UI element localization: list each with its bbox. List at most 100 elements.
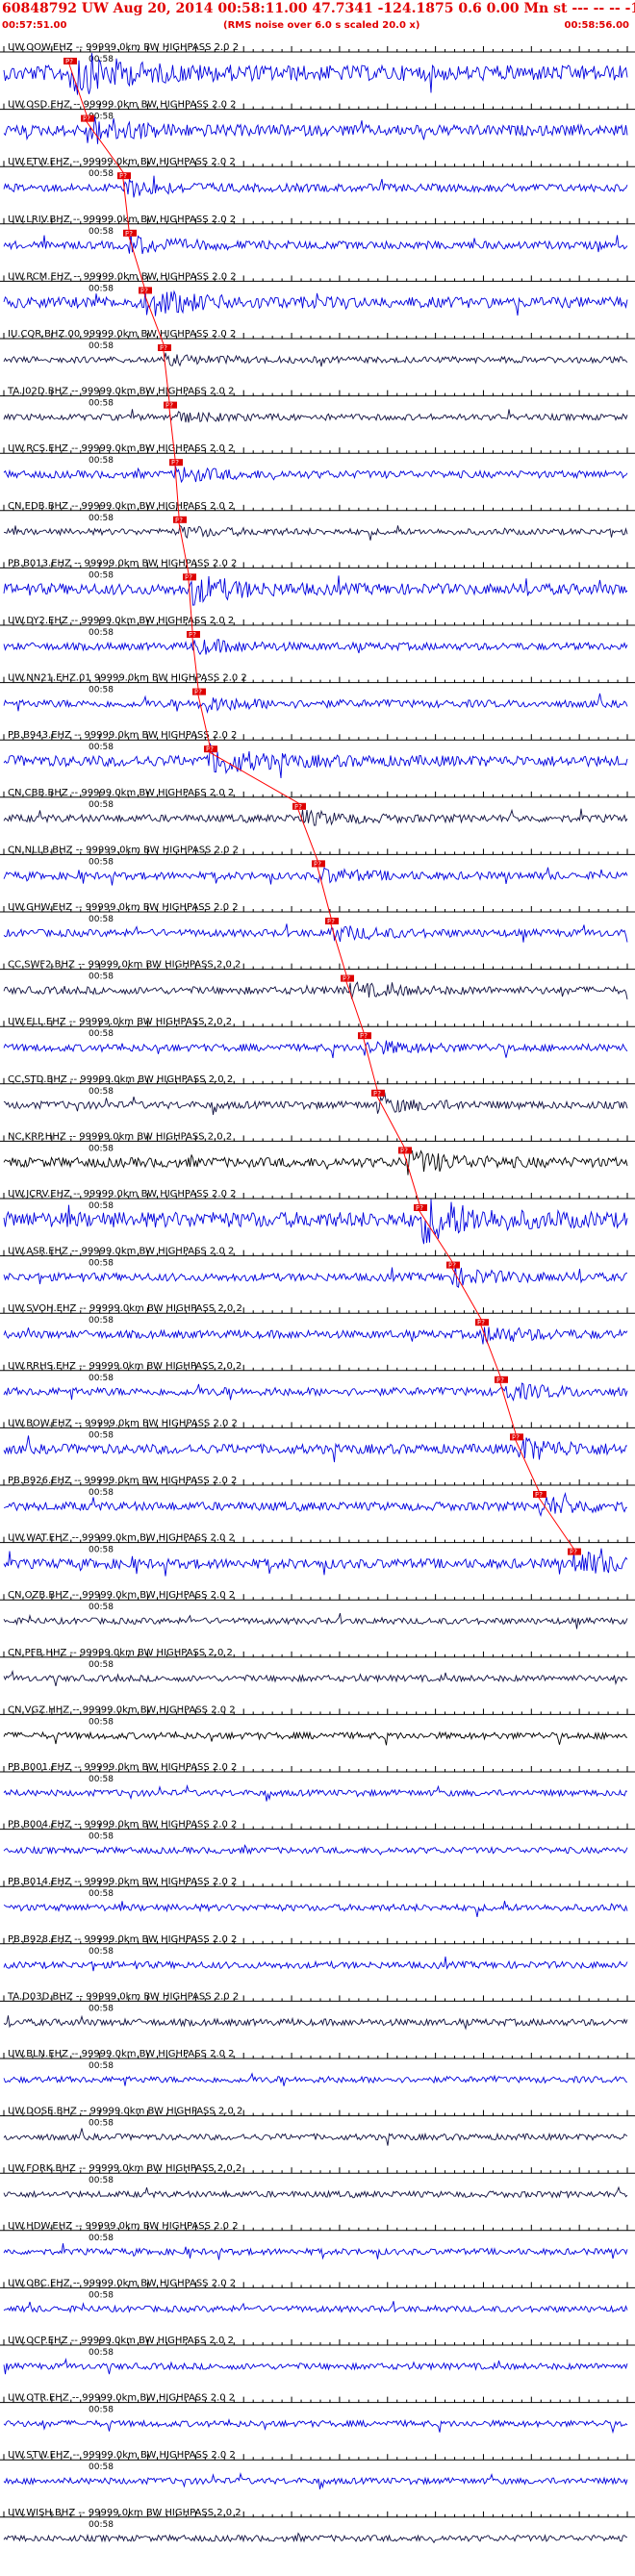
waveform-trace [3, 1730, 628, 1746]
minute-mark: 00:58 [89, 2061, 114, 2071]
channel-row: UW.OBC.EHZ -- 99999.0km BW HIGHPASS 2.0 … [0, 2278, 635, 2314]
channel-row: PB.B004.EHZ -- 99999.0km BW HIGHPASS 2.0… [0, 1820, 635, 1856]
channel-row: PB.B001.EHZ -- 99999.0km BW HIGHPASS 2.0… [0, 1762, 635, 1802]
channel-label: UW.GHW.EHZ -- 99999.0km BW HIGHPASS 2.0 … [8, 902, 239, 913]
waveform-trace [3, 1669, 628, 1687]
minute-mark: 00:58 [89, 1144, 114, 1153]
channel-row: UW.JCRV.EHZ -- 99999.0km BW HIGHPASS 2.0… [0, 1189, 635, 1245]
minute-mark: 00:58 [89, 1660, 114, 1670]
channel-label: CN.CBB.BHZ -- 99999.0km BW HIGHPASS 2.0 … [8, 788, 234, 798]
minute-mark: 00:58 [89, 514, 114, 523]
minute-mark: 00:58 [89, 284, 114, 293]
plot-header: 60848792 UW Aug 20, 2014 00:58:11.00 47.… [0, 0, 635, 38]
minute-mark: 00:58 [89, 456, 114, 466]
waveform-trace [3, 2418, 628, 2435]
channel-label: UW.OSD.EHZ -- 99999.0km BW HIGHPASS 2.0 … [8, 100, 237, 111]
channel-label: UW.HDW.EHZ -- 99999.0km BW HIGHPASS 2.0 … [8, 2221, 239, 2232]
channel-label: PB.B001.EHZ -- 99999.0km BW HIGHPASS 2.0… [8, 1762, 237, 1773]
channel-label: IU.COR.BHZ.00 99999.0km BW HIGHPASS 2.0 … [8, 329, 236, 340]
channel-row: UW.BLN.EHZ -- 99999.0km BW HIGHPASS 2.0 … [0, 2049, 635, 2086]
minute-mark: 00:58 [89, 1201, 114, 1211]
pick-label: P? [65, 58, 73, 65]
channel-label: TA.I02D.BHZ -- 99999.0km BW HIGHPASS 2.0… [7, 387, 234, 397]
channel-label: CN.EDB.BHZ -- 99999.0km BW HIGHPASS 2.0 … [8, 501, 234, 512]
channel-label: NC.KRP.HHZ -- 99999.0km BW HIGHPASS 2.0 … [8, 1131, 232, 1142]
minute-mark: 00:58 [89, 227, 114, 237]
waveform-trace [3, 1040, 628, 1058]
channel-row: UW.BOW.EHZ -- 99999.0km BW HIGHPASS 2.0 … [0, 1418, 635, 1463]
channel-row: CC.STD.BHZ -- 99999.0km BW HIGHPASS 2.0 … [0, 1074, 635, 1115]
minute-mark: 00:58 [89, 2462, 114, 2472]
minute-mark: 00:58 [89, 2406, 114, 2415]
waveform-trace [3, 2072, 628, 2086]
channel-label: UW.JCRV.EHZ -- 99999.0km BW HIGHPASS 2.0… [8, 1189, 237, 1200]
start-time: 00:57:51.00 [2, 20, 67, 31]
minute-mark: 00:58 [89, 1087, 114, 1097]
waveform-trace [3, 808, 628, 826]
channel-row: UW.HDW.EHZ -- 99999.0km BW HIGHPASS 2.0 … [0, 2221, 635, 2260]
minute-mark: 00:58 [89, 1546, 114, 1555]
channel-row: UW.DY2.EHZ -- 99999.0km BW HIGHPASS 2.0 … [0, 616, 635, 656]
waveform-trace [3, 1326, 628, 1345]
minute-mark: 00:58 [89, 2004, 114, 2013]
channel-row: UW.GHW.EHZ -- 99999.0km BW HIGHPASS 2.0 … [0, 902, 635, 943]
channel-label: UW.SVOH.EHZ -- 99999.0km BW HIGHPASS 2.0… [8, 1303, 242, 1314]
channel-row: CN.CBB.BHZ -- 99999.0km BW HIGHPASS 2.0 … [0, 788, 635, 826]
time-info-line: 00:57:51.00 (RMS noise over 6.0 s scaled… [2, 20, 633, 34]
channel-row: CC.SWF2.BHZ -- 99999.0km BW HIGHPASS 2.0… [0, 960, 635, 999]
channel-row: UW.WISH.BHZ -- 99999.0km BW HIGHPASS 2.0… [0, 2508, 635, 2544]
minute-mark: 00:58 [89, 2520, 114, 2530]
channel-label: PB.B004.EHZ -- 99999.0km BW HIGHPASS 2.0… [8, 1820, 237, 1831]
waveform-trace [3, 2358, 628, 2375]
rms-note: (RMS noise over 6.0 s scaled 20.0 x) [223, 20, 420, 31]
minute-mark: 00:58 [89, 2234, 114, 2243]
channel-row: UW.SVOH.EHZ -- 99999.0km BW HIGHPASS 2.0… [0, 1303, 635, 1345]
channel-label: UW.ETW.EHZ -- 99999.0km BW HIGHPASS 2.0 … [8, 157, 236, 167]
minute-mark: 00:58 [89, 1775, 114, 1784]
channel-label: PB.B943.EHZ -- 99999.0km BW HIGHPASS 2.0… [8, 730, 237, 741]
waveform-trace [3, 639, 628, 656]
channel-row: UW.OOW.EHZ -- 99999.0km BW HIGHPASS 2.0 … [0, 42, 635, 95]
minute-mark: 00:58 [89, 2348, 114, 2358]
minute-mark: 00:58 [89, 800, 114, 810]
channel-label: CC.STD.BHZ -- 99999.0km BW HIGHPASS 2.0 … [8, 1074, 233, 1085]
waveform-trace [3, 524, 628, 541]
channel-row: UW.RCS.EHZ -- 99999.0km BW HIGHPASS 2.0 … [0, 443, 635, 484]
minute-mark: 00:58 [89, 972, 114, 982]
channel-row: CN.OZB.BHZ -- 99999.0km BW HIGHPASS 2.0 … [0, 1590, 635, 1629]
channel-label: UW.OTR.EHZ -- 99999.0km BW HIGHPASS 2.0 … [8, 2393, 235, 2404]
channel-label: UW.FORK.BHZ -- 99999.0km BW HIGHPASS 2.0… [8, 2163, 241, 2174]
channel-label: PB.B928.EHZ -- 99999.0km BW HIGHPASS 2.0… [8, 1934, 237, 1945]
channel-row: UW.RRHS.EHZ -- 99999.0km BW HIGHPASS 2.0… [0, 1361, 635, 1402]
minute-mark: 00:58 [89, 399, 114, 409]
waveform-trace [3, 2532, 628, 2544]
minute-mark: 00:58 [89, 857, 114, 867]
waveform-trace [3, 2243, 628, 2260]
waveform-trace [3, 1266, 628, 1289]
waveform-trace [3, 1844, 628, 1856]
channel-row: PB.B014.EHZ -- 99999.0km BW HIGHPASS 2.0… [0, 1877, 635, 1917]
seismogram-traces: UW.OOW.EHZ -- 99999.0km BW HIGHPASS 2.0 … [0, 42, 635, 2544]
channel-row: TA.D03D.BHZ -- 99999.0km BW HIGHPASS 2.0… [0, 1991, 635, 2031]
waveform-trace [3, 1783, 628, 1802]
waveform-trace [3, 693, 628, 715]
channel-label: UW.DOSE.BHZ -- 99999.0km BW HIGHPASS 2.0… [8, 2107, 242, 2117]
channel-row: TA.I02D.BHZ -- 99999.0km BW HIGHPASS 2.0… [0, 387, 635, 423]
channel-label: CN.NLLB.BHZ -- 99999.0km BW HIGHPASS 2.0… [8, 845, 239, 855]
end-time: 00:58:56.00 [564, 20, 629, 31]
channel-row: UW.LRIV.BHZ -- 99999.0km BW HIGHPASS 2.0… [0, 215, 635, 255]
minute-mark: 00:58 [89, 1029, 114, 1039]
minute-mark: 00:58 [89, 1717, 114, 1727]
channel-label: UW.LRIV.BHZ -- 99999.0km BW HIGHPASS 2.0… [8, 215, 236, 225]
minute-mark: 00:58 [89, 1889, 114, 1899]
minute-mark: 00:58 [89, 915, 114, 924]
waveform-trace [3, 2185, 628, 2199]
channel-label: UW.DY2.EHZ -- 99999.0km BW HIGHPASS 2.0 … [8, 616, 234, 626]
channel-label: UW.RRHS.EHZ -- 99999.0km BW HIGHPASS 2.0… [8, 1361, 241, 1372]
channel-row: UW.STW.EHZ -- 99999.0km BW HIGHPASS 2.0 … [0, 2450, 635, 2489]
channel-row: UW.ETW.EHZ -- 99999.0km BW HIGHPASS 2.0 … [0, 157, 635, 198]
minute-mark: 00:58 [89, 1316, 114, 1326]
minute-mark: 00:58 [89, 743, 114, 752]
channel-row: CN.VGZ.HHZ -- 99999.0km BW HIGHPASS 2.0 … [0, 1705, 635, 1746]
waveform-trace [3, 409, 628, 423]
